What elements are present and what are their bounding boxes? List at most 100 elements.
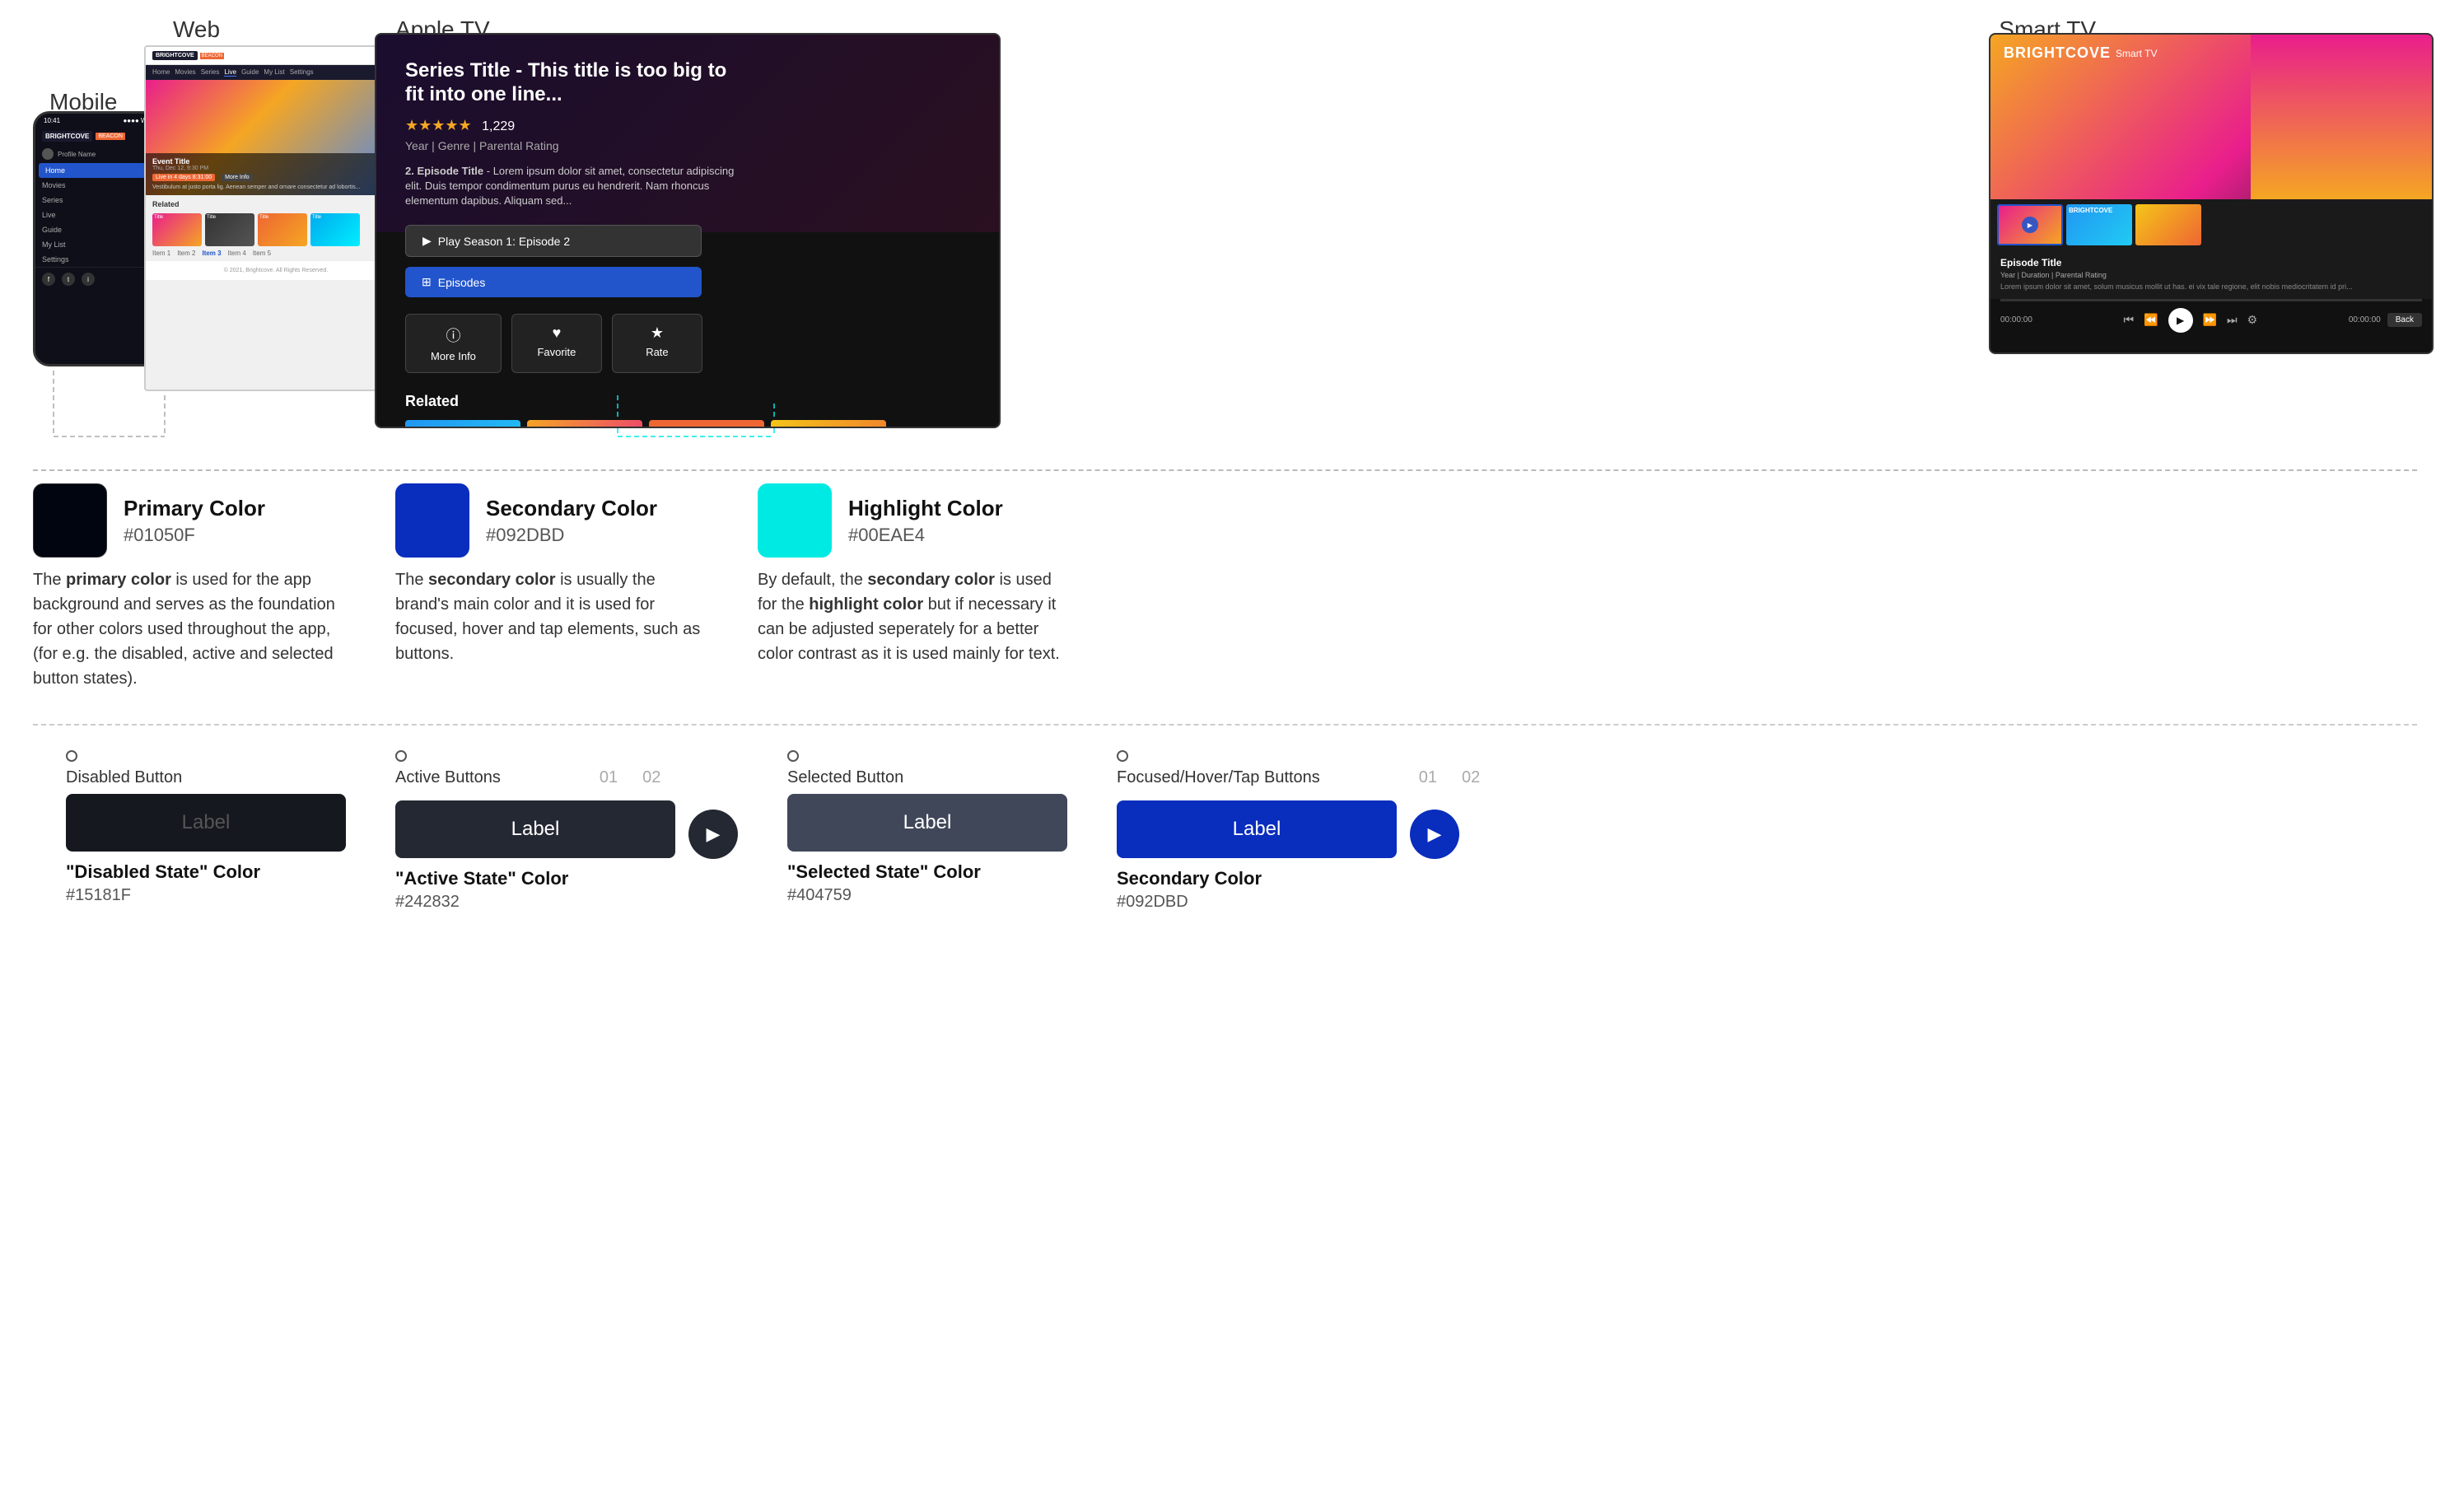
buttons-divider	[33, 724, 2417, 726]
web-nav-home[interactable]: Home	[152, 68, 170, 77]
play-triangle-icon: ▶	[422, 234, 432, 248]
highlight-color-hex: #00EAE4	[848, 525, 1003, 546]
web-item-2: Item 2	[177, 250, 195, 257]
stv-rewind-icon[interactable]: ⏪	[2144, 313, 2158, 327]
stv-episode-title: Episode Title	[2000, 257, 2422, 268]
stv-thumb2-text: BRIGHTCOVE	[2066, 204, 2132, 217]
atv-episodes-label: Episodes	[438, 276, 486, 289]
web-nav-guide[interactable]: Guide	[241, 68, 259, 77]
web-thumb-title-2: Title	[205, 213, 254, 222]
atv-rate-button[interactable]: ★ Rate	[612, 314, 702, 373]
highlight-color-name: Highlight Color	[848, 496, 1003, 521]
atv-related-3[interactable]: BRIGHTCOVE	[649, 420, 764, 428]
mobile-nav-mylist[interactable]: My List	[35, 237, 162, 252]
mobile-nav-settings[interactable]: Settings	[35, 252, 162, 267]
appletv-frame: Series Title - This title is too big to …	[375, 33, 1001, 428]
mobile-nav-movies[interactable]: Movies	[35, 178, 162, 193]
mobile-nav-series[interactable]: Series	[35, 193, 162, 208]
active-color-name: "Active State" Color	[395, 868, 568, 889]
atv-rating-count: 1,229	[482, 119, 515, 133]
web-live-badge: Live in 4 days 8:31:00	[152, 174, 215, 181]
episodes-icon: ⊞	[422, 275, 432, 289]
web-frame: BRIGHTCOVE BEACON Profile ▾ Home Movies …	[144, 45, 408, 391]
web-nav-live[interactable]: Live	[224, 68, 236, 77]
web-nav-series[interactable]: Series	[201, 68, 220, 77]
stv-episode-meta: Year | Duration | Parental Rating	[2000, 271, 2422, 279]
star-icon: ★	[651, 324, 664, 342]
highlight-color-desc: By default, the secondary color is used …	[758, 567, 1071, 666]
mobile-nav-home[interactable]: Home	[39, 163, 159, 178]
web-more-info[interactable]: More Info	[222, 174, 253, 181]
web-thumb-title-4: Title	[310, 213, 360, 222]
stv-settings-icon[interactable]: ⚙	[2247, 313, 2258, 327]
web-thumb-title-3: Title	[258, 213, 307, 222]
selected-button[interactable]: Label	[787, 794, 1067, 852]
active-color-hex: #242832	[395, 893, 460, 912]
active-num1: 01	[600, 768, 618, 794]
atv-meta: Year | Genre | Parental Rating	[405, 139, 970, 152]
web-item-1: Item 1	[152, 250, 170, 257]
atv-related-2[interactable]	[527, 420, 642, 428]
web-thumb-4[interactable]: Title	[310, 213, 360, 246]
focused-num1: 01	[1419, 768, 1437, 794]
disabled-state-label: Disabled Button	[66, 768, 182, 787]
primary-color-swatch	[33, 483, 107, 558]
stv-episode-desc: Lorem ipsum dolor sit amet, solum musicu…	[2000, 282, 2422, 292]
web-related-label: Related	[146, 195, 406, 213]
stv-skip-back-icon[interactable]: ⏮	[2124, 313, 2135, 327]
heart-icon: ♥	[553, 324, 562, 342]
stv-back-button[interactable]: Back	[2387, 313, 2422, 327]
stv-play-button[interactable]: ▶	[2168, 308, 2193, 333]
mobile-beacon: BEACON	[96, 133, 125, 140]
focused-indicator	[1117, 750, 1128, 762]
active-state-label: Active Buttons	[395, 768, 501, 787]
stv-time-end: 00:00:00	[2349, 315, 2381, 324]
info-icon: ⓘ	[446, 324, 460, 346]
active-play-circle[interactable]: ▶	[688, 810, 738, 859]
stv-thumb-1[interactable]: ▶	[1997, 204, 2063, 245]
web-footer: © 2021, Brightcove. All Rights Reserved.	[146, 260, 406, 280]
stv-forward-icon[interactable]: ⏩	[2203, 313, 2217, 327]
focused-color-hex: #092DBD	[1117, 893, 1188, 912]
focused-play-circle[interactable]: ▶	[1410, 810, 1459, 859]
atv-related-1[interactable]	[405, 420, 520, 428]
web-thumb-1[interactable]: Title	[152, 213, 202, 246]
selected-button-group: Selected Button Label "Selected State" C…	[787, 750, 1067, 905]
web-thumb-2[interactable]: Title	[205, 213, 254, 246]
web-beacon: BEACON	[200, 53, 224, 59]
web-nav-mylist[interactable]: My List	[264, 68, 284, 77]
atv-favorite-button[interactable]: ♥ Favorite	[511, 314, 602, 373]
atv-more-info-label: More Info	[431, 350, 476, 362]
mobile-profile-icon	[42, 148, 54, 160]
atv-related-label: Related	[405, 393, 970, 410]
primary-color-name: Primary Color	[124, 496, 265, 521]
section-divider	[33, 469, 2417, 471]
twitter-icon[interactable]: t	[62, 273, 75, 286]
secondary-color-name: Secondary Color	[486, 496, 657, 521]
atv-episode-desc: 2. Episode Title - Lorem ipsum dolor sit…	[405, 164, 751, 209]
selected-color-name: "Selected State" Color	[787, 861, 981, 883]
active-button[interactable]: Label	[395, 800, 675, 858]
secondary-color-hex: #092DBD	[486, 525, 657, 546]
atv-more-info-button[interactable]: ⓘ More Info	[405, 314, 502, 373]
facebook-icon[interactable]: f	[42, 273, 55, 286]
mobile-nav-live[interactable]: Live	[35, 208, 162, 222]
web-item-4: Item 4	[228, 250, 246, 257]
web-nav-movies[interactable]: Movies	[175, 68, 195, 77]
atv-play-button[interactable]: ▶ Play Season 1: Episode 2	[405, 225, 702, 257]
web-thumb-3[interactable]: Title	[258, 213, 307, 246]
web-logo: BRIGHTCOVE	[152, 51, 198, 60]
disabled-button[interactable]: Label	[66, 794, 346, 852]
stv-thumb-3[interactable]	[2135, 204, 2201, 245]
atv-play-label: Play Season 1: Episode 2	[438, 235, 570, 248]
selected-color-hex: #404759	[787, 886, 852, 905]
stv-smarttv-label: Smart TV	[2116, 48, 2157, 59]
stv-skip-forward-icon[interactable]: ⏭	[2227, 313, 2238, 327]
atv-related-4[interactable]	[771, 420, 886, 428]
atv-episodes-button[interactable]: ⊞ Episodes	[405, 267, 702, 297]
web-nav-settings[interactable]: Settings	[290, 68, 314, 77]
stv-thumb-2[interactable]: BRIGHTCOVE	[2066, 204, 2132, 245]
focused-button[interactable]: Label	[1117, 800, 1397, 858]
instagram-icon[interactable]: i	[82, 273, 95, 286]
mobile-nav-guide[interactable]: Guide	[35, 222, 162, 237]
